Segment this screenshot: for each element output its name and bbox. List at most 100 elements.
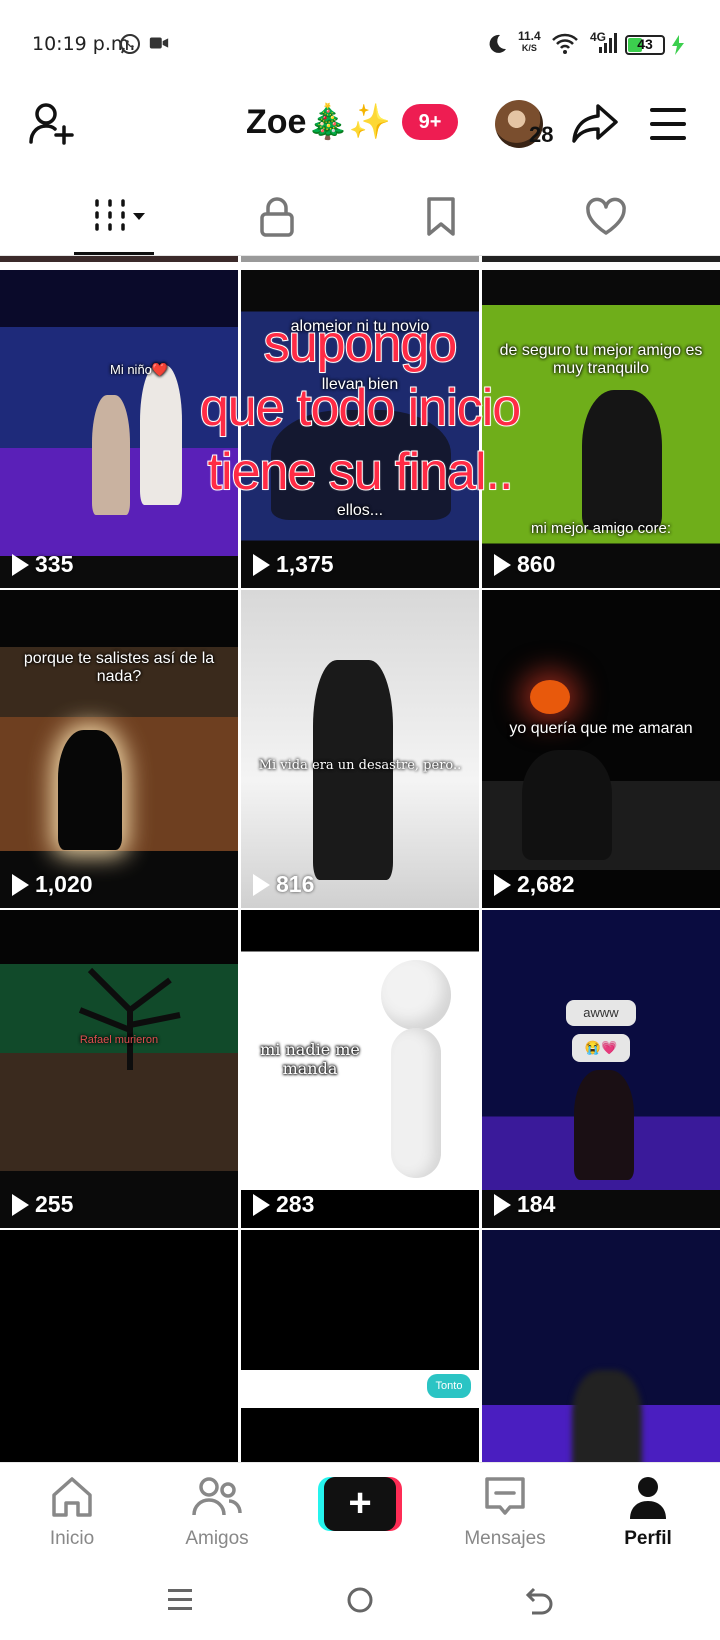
- video-figure-body: [391, 1028, 441, 1178]
- video-figure-head: [381, 960, 451, 1030]
- video-thumbnail[interactable]: awww 😭💗 184: [482, 910, 720, 1228]
- video-thumbnail-partial[interactable]: [482, 256, 720, 262]
- plus-icon: +: [324, 1477, 396, 1531]
- video-thumbnail[interactable]: yo quería que me amaran 2,682: [482, 590, 720, 908]
- view-count-value: 184: [517, 1191, 556, 1217]
- add-friend-button[interactable]: [28, 100, 76, 148]
- video-thumbnail-partial[interactable]: [0, 256, 238, 262]
- profile-screen: 10:19 p.m. 11.4 K/S 4G 43 Zoe🎄✨ 9+ 28 Mi…: [0, 0, 720, 1640]
- recent-apps-button[interactable]: [160, 1582, 200, 1618]
- video-thumbnail[interactable]: Mi vida era un desastre, pero.. 816: [241, 590, 479, 908]
- nav-label: Perfil: [624, 1528, 672, 1549]
- video-figure: [92, 395, 130, 515]
- play-icon: [253, 1193, 270, 1216]
- share-icon: [572, 104, 618, 143]
- recent-apps-icon: [168, 1589, 192, 1610]
- chat-bubble: awww: [566, 1000, 636, 1026]
- charging-icon: [670, 34, 686, 61]
- hamburger-menu-icon: [650, 108, 686, 140]
- view-count-value: 255: [35, 1191, 74, 1217]
- video-thumbnail[interactable]: [482, 1230, 720, 1462]
- video-overlay-text: supongo que todo inicio tiene su final..: [160, 312, 560, 504]
- messages-icon: [485, 1477, 525, 1515]
- back-button[interactable]: [520, 1582, 560, 1618]
- chat-bubble-emoji: 😭💗: [572, 1034, 630, 1062]
- nav-messages[interactable]: Mensajes: [450, 1475, 560, 1550]
- battery-icon: 43: [625, 35, 665, 55]
- profile-username[interactable]: Zoe🎄✨: [246, 102, 391, 142]
- view-count-value: 1,020: [35, 871, 93, 897]
- notification-badge[interactable]: 9+: [402, 104, 458, 140]
- view-count: 184: [494, 1191, 555, 1218]
- play-icon: [253, 553, 270, 576]
- back-arrow-icon: [525, 1587, 553, 1615]
- video-caption-tertiary: ellos...: [336, 502, 384, 519]
- nav-profile[interactable]: Perfil: [593, 1475, 703, 1550]
- video-figure: [582, 390, 662, 530]
- view-count: 1,375: [253, 551, 334, 578]
- play-icon: [494, 873, 511, 896]
- video-caption: yo quería que me amaran: [509, 720, 693, 737]
- view-count: 255: [12, 1191, 73, 1218]
- video-figure: [522, 750, 612, 860]
- video-caption: Rafael murieron: [79, 1034, 159, 1046]
- menu-button[interactable]: [646, 104, 690, 144]
- view-count-value: 1,375: [276, 551, 334, 577]
- chat-bubble: Tonto: [427, 1374, 471, 1398]
- battery-percent: 43: [637, 36, 653, 52]
- video-camera-icon: [148, 32, 170, 59]
- tree-illustration: [78, 967, 181, 1070]
- home-icon: [52, 1477, 92, 1517]
- nav-label: Inicio: [49, 1528, 95, 1549]
- video-thumbnail-partial[interactable]: [241, 256, 479, 262]
- pumpkin-icon: [530, 680, 570, 714]
- view-count-value: 2,682: [517, 871, 575, 897]
- nav-label: Mensajes: [464, 1528, 546, 1549]
- bottom-navigation: Inicio Amigos + Mensajes Perfil: [0, 1462, 720, 1556]
- tab-liked[interactable]: [576, 194, 636, 240]
- tab-saved[interactable]: [411, 194, 471, 240]
- share-profile-button[interactable]: [570, 100, 622, 148]
- play-icon: [12, 553, 29, 576]
- overlay-line: que todo inicio: [199, 378, 522, 438]
- play-icon: [12, 1193, 29, 1216]
- nav-friends[interactable]: Amigos: [162, 1475, 272, 1550]
- system-navigation-bar: [0, 1556, 720, 1640]
- bookmark-icon: [427, 197, 455, 236]
- network-speed: 11.4 K/S: [518, 30, 541, 54]
- tab-private[interactable]: [247, 194, 307, 240]
- view-count: 335: [12, 551, 73, 578]
- video-grid: Mi niño❤️ 335 alomejor ni tu novio lleva…: [0, 256, 720, 1462]
- profile-icon: [630, 1477, 666, 1519]
- videos-grid-icon: [95, 199, 145, 231]
- play-icon: [494, 1193, 511, 1216]
- circle-home-icon: [347, 1587, 373, 1613]
- signal-icon: [598, 32, 618, 59]
- tab-videos[interactable]: [88, 194, 152, 240]
- view-count-value: 816: [276, 871, 315, 897]
- network-speed-value: 11.4: [518, 29, 541, 43]
- home-system-button[interactable]: [340, 1582, 380, 1618]
- video-thumbnail[interactable]: mi nadie me manda 283: [241, 910, 479, 1228]
- play-icon: [253, 873, 270, 896]
- video-thumbnail[interactable]: porque te salistes así de la nada? 1,020: [0, 590, 238, 908]
- view-count: 816: [253, 871, 314, 898]
- nav-home[interactable]: Inicio: [17, 1475, 127, 1550]
- video-figure: [572, 1370, 642, 1462]
- video-thumbnail[interactable]: Tonto: [241, 1230, 479, 1462]
- video-figure: [58, 730, 122, 850]
- video-figure: [574, 1070, 634, 1180]
- video-caption: porque te salistes así de la nada?: [23, 650, 215, 685]
- video-caption: mi nadie me manda: [260, 1040, 360, 1078]
- profile-tabs: [0, 180, 720, 256]
- video-thumbnail[interactable]: Rafael murieron 255: [0, 910, 238, 1228]
- friends-stories-button[interactable]: 28: [495, 100, 553, 150]
- video-thumbnail[interactable]: [0, 1230, 238, 1462]
- create-video-button[interactable]: +: [318, 1477, 402, 1531]
- video-caption-secondary: mi mejor amigo core:: [530, 520, 672, 537]
- view-count-value: 335: [35, 551, 74, 577]
- wifi-icon: [552, 32, 578, 61]
- view-count: 2,682: [494, 871, 575, 898]
- view-count: 1,020: [12, 871, 93, 898]
- overlay-line: tiene su final..: [207, 442, 515, 502]
